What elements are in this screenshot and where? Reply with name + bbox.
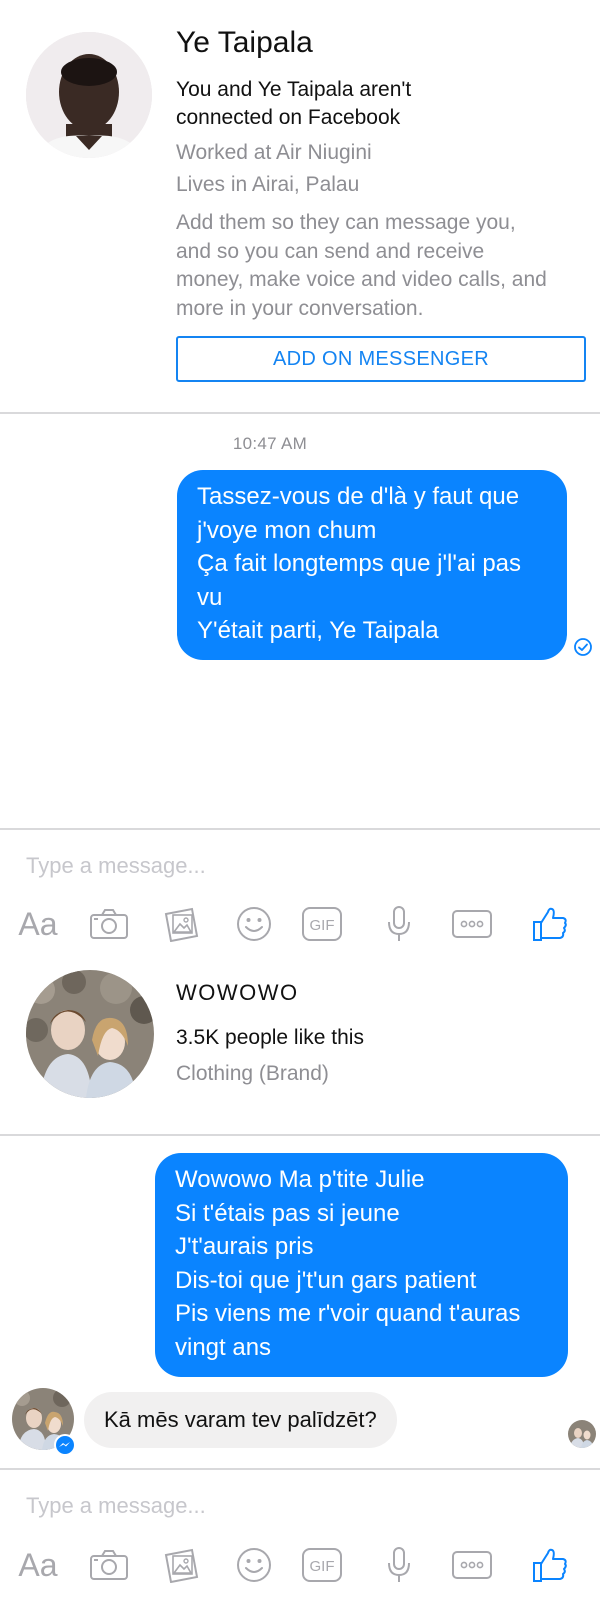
- aa-label: Aa: [18, 906, 58, 942]
- profile-name: Ye Taipala: [176, 26, 313, 59]
- add-contact-description: Add them so they can message you, and so…: [176, 209, 586, 323]
- svg-text:GIF: GIF: [310, 1558, 335, 1575]
- text-format-button[interactable]: Aa: [16, 1545, 60, 1585]
- photo-gallery-icon[interactable]: [162, 904, 202, 944]
- divider: [0, 412, 600, 414]
- connection-status-line-2: connected on Facebook: [176, 106, 401, 129]
- divider: [0, 1134, 600, 1136]
- more-icon[interactable]: [452, 904, 492, 944]
- page-avatar: [26, 970, 154, 1098]
- composer-toolbar: Aa GIF: [0, 904, 600, 944]
- seen-by-avatar: [568, 1420, 596, 1448]
- message-line: vu: [197, 583, 223, 611]
- profile-location: Lives in Airai, Palau: [176, 173, 360, 196]
- message-line: J't'aurais pris: [175, 1233, 314, 1260]
- emoji-icon[interactable]: [234, 904, 274, 944]
- message-line: Wowowo Ma p'tite Julie: [175, 1166, 425, 1193]
- add-on-messenger-button[interactable]: ADD ON MESSENGER: [176, 336, 586, 382]
- microphone-icon[interactable]: [381, 904, 417, 944]
- message-line: Dis-toi que j't'un gars patient: [175, 1266, 477, 1294]
- message-line: Tassez-vous de d'là y faut que: [197, 483, 520, 510]
- camera-icon[interactable]: [88, 904, 130, 944]
- messenger-badge-icon: [54, 1434, 76, 1461]
- more-icon[interactable]: [452, 1545, 492, 1585]
- connection-status: You and Ye Taipala aren't connected on F…: [176, 76, 506, 132]
- camera-icon[interactable]: [88, 1545, 130, 1585]
- page-category: Clothing (Brand): [176, 1062, 329, 1085]
- like-icon[interactable]: [530, 1545, 570, 1585]
- page-name: WOWOWO: [176, 980, 299, 1005]
- message-line: j'voye mon chum: [197, 516, 377, 544]
- description-line: Add them so they can message you,: [176, 211, 516, 234]
- photo-gallery-icon[interactable]: [162, 1545, 202, 1585]
- message-input[interactable]: Type a message...: [26, 1493, 206, 1519]
- incoming-message-bubble[interactable]: Kā mēs varam tev palīdzēt?: [84, 1392, 397, 1448]
- outgoing-message-bubble[interactable]: Tassez-vous de d'là y faut que j'voye mo…: [177, 470, 567, 660]
- message-line: Pis viens me r'voir quand t'auras: [175, 1300, 521, 1327]
- like-icon[interactable]: [530, 904, 570, 944]
- aa-label: Aa: [18, 1547, 58, 1583]
- profile-avatar: [26, 32, 152, 158]
- delivered-check-icon: [573, 637, 593, 662]
- message-timestamp: 10:47 AM: [232, 434, 308, 453]
- gif-icon[interactable]: GIF: [302, 1545, 342, 1585]
- divider: [0, 828, 600, 830]
- description-line: money, make voice and video calls, and: [176, 268, 547, 291]
- microphone-icon[interactable]: [381, 1545, 417, 1585]
- emoji-icon[interactable]: [234, 1545, 274, 1585]
- outgoing-message-bubble[interactable]: Wowowo Ma p'tite Julie Si t'étais pas si…: [155, 1153, 568, 1377]
- gif-icon[interactable]: GIF: [302, 904, 342, 944]
- composer-toolbar: Aa GIF: [0, 1545, 600, 1585]
- description-line: and so you can send and receive: [176, 239, 485, 263]
- message-line: Y'était parti, Ye Taipala: [197, 617, 439, 644]
- message-line: Ça fait longtemps que j'l'ai pas: [197, 550, 522, 577]
- page-likes: 3.5K people like this: [176, 1026, 364, 1049]
- profile-work: Worked at Air Niugini: [176, 141, 372, 164]
- text-format-button[interactable]: Aa: [16, 904, 60, 944]
- divider: [0, 1468, 600, 1470]
- connection-status-line-1: You and Ye Taipala aren't: [176, 78, 412, 101]
- message-line: vingt ans: [175, 1333, 272, 1361]
- svg-text:GIF: GIF: [310, 917, 335, 934]
- message-input[interactable]: Type a message...: [26, 853, 206, 879]
- description-line: more in your conversation.: [176, 296, 424, 320]
- message-line: Si t'étais pas si jeune: [175, 1199, 400, 1227]
